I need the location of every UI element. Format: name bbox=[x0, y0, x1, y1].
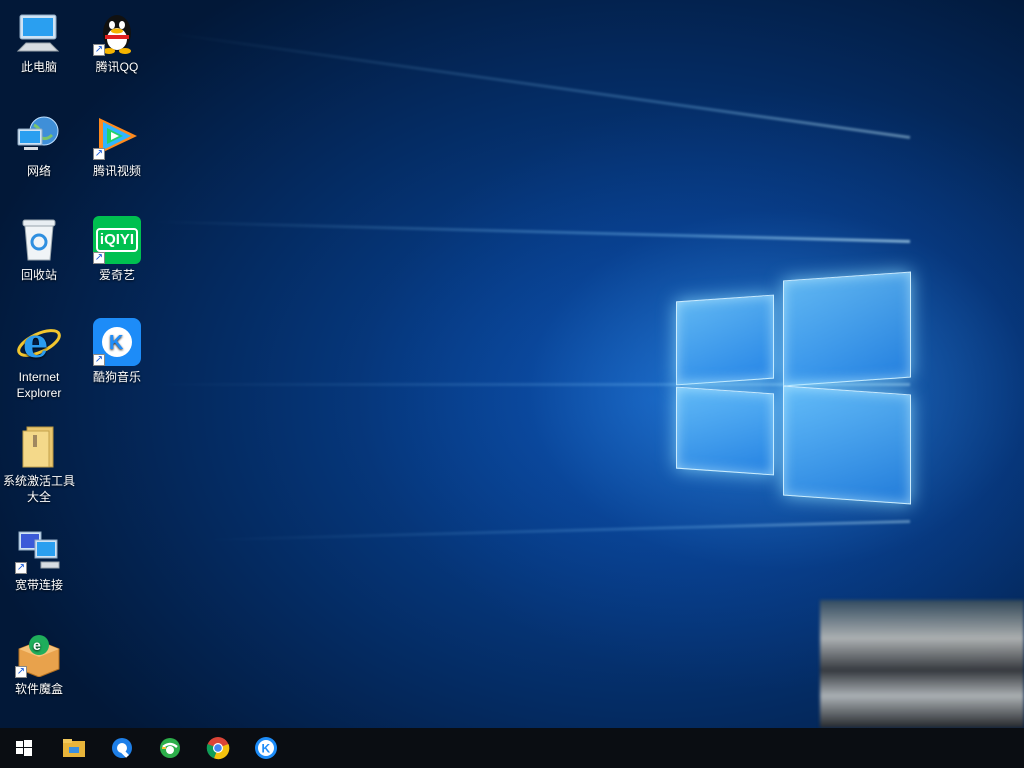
shortcut-arrow-icon: ↗ bbox=[93, 44, 105, 56]
taskbar-browser-q[interactable] bbox=[98, 728, 146, 768]
windows-logo-pane-top-left bbox=[676, 294, 774, 386]
desktop-icon-folder[interactable]: 系统激活工具大全 bbox=[0, 422, 78, 505]
shortcut-arrow-icon: ↗ bbox=[93, 354, 105, 366]
windows-logo-pane-bottom-left bbox=[676, 386, 774, 476]
windows-logo-pane-top-right bbox=[783, 271, 911, 387]
desktop-icon-label: 此电脑 bbox=[20, 60, 57, 74]
shortcut-arrow-icon: ↗ bbox=[93, 148, 105, 160]
desktop-icon-software-box[interactable]: e ↗ 软件魔盒 bbox=[0, 630, 78, 697]
recycle-bin-icon bbox=[15, 216, 63, 264]
desktop-icon-label: Internet Explorer bbox=[16, 370, 62, 400]
desktop-icon-label: 网络 bbox=[26, 164, 51, 178]
internet-explorer-icon: e bbox=[15, 318, 63, 366]
iqiyi-logo-text: iQIYI bbox=[95, 228, 139, 252]
desktop-icon-label: 腾讯视频 bbox=[92, 164, 141, 178]
desktop-icon-label: 腾讯QQ bbox=[95, 60, 139, 74]
desktop-icon-label: 回收站 bbox=[20, 268, 57, 282]
desktop-icon-network[interactable]: 网络 bbox=[0, 112, 78, 179]
desktop-icon-broadband[interactable]: ↗ 宽带连接 bbox=[0, 526, 78, 593]
svg-text:K: K bbox=[262, 742, 271, 756]
desktop-icon-label: 宽带连接 bbox=[14, 578, 63, 592]
windows-logo-pane-bottom-right bbox=[783, 385, 911, 505]
desktop-icon-this-pc[interactable]: 此电脑 bbox=[0, 8, 78, 75]
360-browser-icon bbox=[160, 738, 180, 758]
svg-text:e: e bbox=[23, 320, 48, 365]
taskbar-file-explorer[interactable] bbox=[50, 728, 98, 768]
taskbar-kugou[interactable]: K bbox=[242, 728, 290, 768]
desktop-icon-tencent-video[interactable]: ↗ 腾讯视频 bbox=[78, 112, 156, 179]
iqiyi-icon: iQIYI ↗ bbox=[93, 216, 141, 264]
desktop-icon-label: 软件魔盒 bbox=[14, 682, 63, 696]
desktop-icon-internet-explorer[interactable]: e Internet Explorer bbox=[0, 318, 78, 401]
kugou-music-icon: K ↗ bbox=[93, 318, 141, 366]
desktop-icon-label: 爱奇艺 bbox=[98, 268, 135, 282]
wallpaper-floor bbox=[820, 600, 1024, 728]
this-pc-icon bbox=[15, 8, 63, 56]
light-beam bbox=[157, 30, 911, 139]
taskbar-360-browser[interactable] bbox=[146, 728, 194, 768]
desktop-icon-recycle-bin[interactable]: 回收站 bbox=[0, 216, 78, 283]
svg-text:e: e bbox=[33, 637, 41, 653]
taskbar-chrome[interactable] bbox=[194, 728, 242, 768]
file-explorer-icon bbox=[63, 739, 85, 757]
start-button[interactable] bbox=[0, 728, 48, 768]
shortcut-arrow-icon: ↗ bbox=[15, 666, 27, 678]
shortcut-arrow-icon: ↗ bbox=[15, 562, 27, 574]
kugou-icon: K bbox=[255, 737, 277, 759]
folder-icon bbox=[15, 422, 63, 470]
browser-q-icon bbox=[112, 738, 132, 758]
desktop-icon-label: 酷狗音乐 bbox=[92, 370, 141, 384]
desktop-icon-kugou[interactable]: K ↗ 酷狗音乐 bbox=[78, 318, 156, 385]
desktop: 此电脑 网络 回收站 e Internet Explorer 系统激活工具大全 … bbox=[0, 0, 1024, 728]
desktop-icon-qq[interactable]: ↗ 腾讯QQ bbox=[78, 8, 156, 75]
shortcut-arrow-icon: ↗ bbox=[93, 252, 105, 264]
qq-icon: ↗ bbox=[93, 8, 141, 56]
tencent-video-icon: ↗ bbox=[93, 112, 141, 160]
desktop-icon-label: 系统激活工具大全 bbox=[2, 474, 75, 504]
desktop-icon-iqiyi[interactable]: iQIYI ↗ 爱奇艺 bbox=[78, 216, 156, 283]
broadband-connection-icon: ↗ bbox=[15, 526, 63, 574]
taskbar: K bbox=[0, 728, 1024, 768]
chrome-icon bbox=[206, 737, 230, 760]
software-box-icon: e ↗ bbox=[15, 630, 63, 678]
windows-start-icon bbox=[16, 740, 32, 756]
network-icon bbox=[15, 112, 63, 160]
light-beam bbox=[150, 220, 911, 243]
light-beam bbox=[200, 520, 911, 542]
svg-text:K: K bbox=[109, 332, 124, 354]
